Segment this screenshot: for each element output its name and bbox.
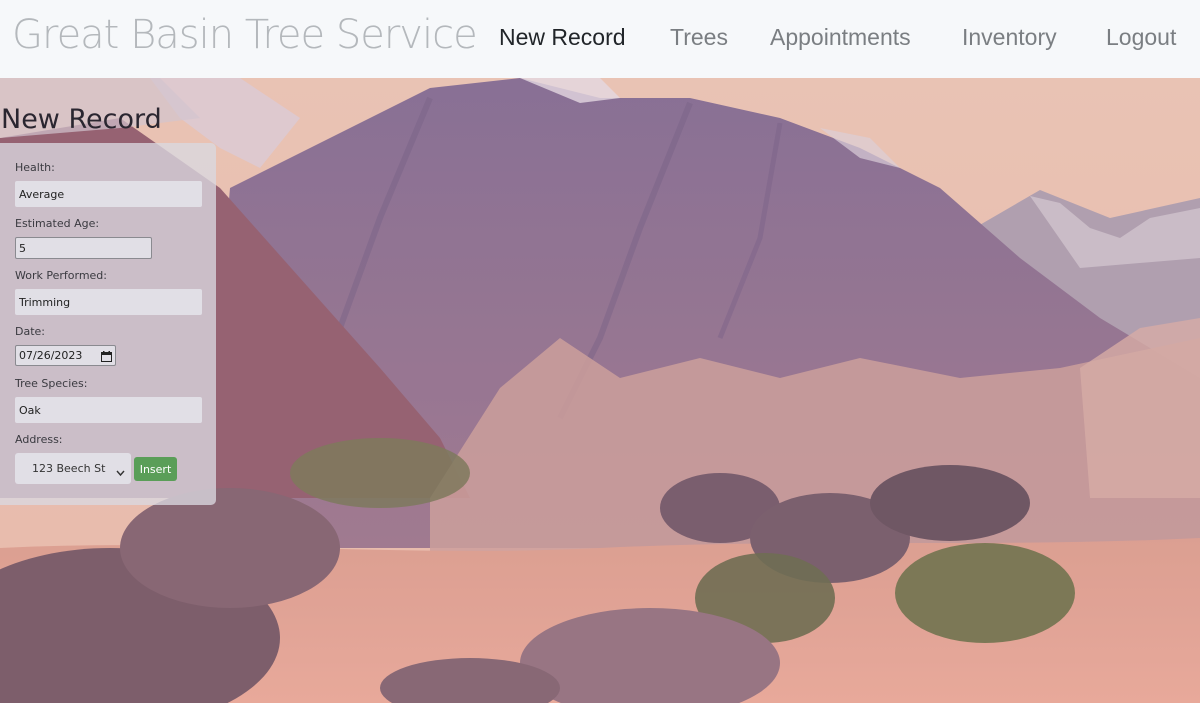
chevron-down-icon xyxy=(116,464,125,477)
address-label: Address: xyxy=(15,433,63,446)
nav-link-inventory[interactable]: Inventory xyxy=(962,24,1057,51)
page-title: New Record xyxy=(1,104,162,135)
brand-logo-link[interactable]: Great Basin Tree Service xyxy=(12,12,478,58)
nav-link-new-record[interactable]: New Record xyxy=(499,24,626,51)
insert-button[interactable]: Insert xyxy=(134,457,177,481)
estimated-age-label: Estimated Age: xyxy=(15,217,100,230)
work-performed-label: Work Performed: xyxy=(15,269,107,282)
nav-link-trees[interactable]: Trees xyxy=(670,24,728,51)
nav-link-appointments[interactable]: Appointments xyxy=(770,24,911,51)
date-input[interactable]: 07/26/2023 xyxy=(15,345,116,366)
tree-species-input[interactable] xyxy=(15,397,202,423)
address-select[interactable]: 123 Beech St xyxy=(15,453,131,484)
new-record-form: Health: Estimated Age: Work Performed: D… xyxy=(0,143,216,505)
nav-link-logout[interactable]: Logout xyxy=(1106,24,1176,51)
navbar: Great Basin Tree Service New Record Tree… xyxy=(0,0,1200,78)
health-label: Health: xyxy=(15,161,55,174)
estimated-age-input[interactable] xyxy=(15,237,152,259)
tree-species-label: Tree Species: xyxy=(15,377,88,390)
date-value: 07/26/2023 xyxy=(19,349,83,362)
calendar-icon[interactable] xyxy=(101,349,112,362)
page: Great Basin Tree Service New Record Tree… xyxy=(0,0,1200,703)
health-input[interactable] xyxy=(15,181,202,207)
address-selected-value: 123 Beech St xyxy=(32,462,106,475)
date-label: Date: xyxy=(15,325,45,338)
work-performed-input[interactable] xyxy=(15,289,202,315)
